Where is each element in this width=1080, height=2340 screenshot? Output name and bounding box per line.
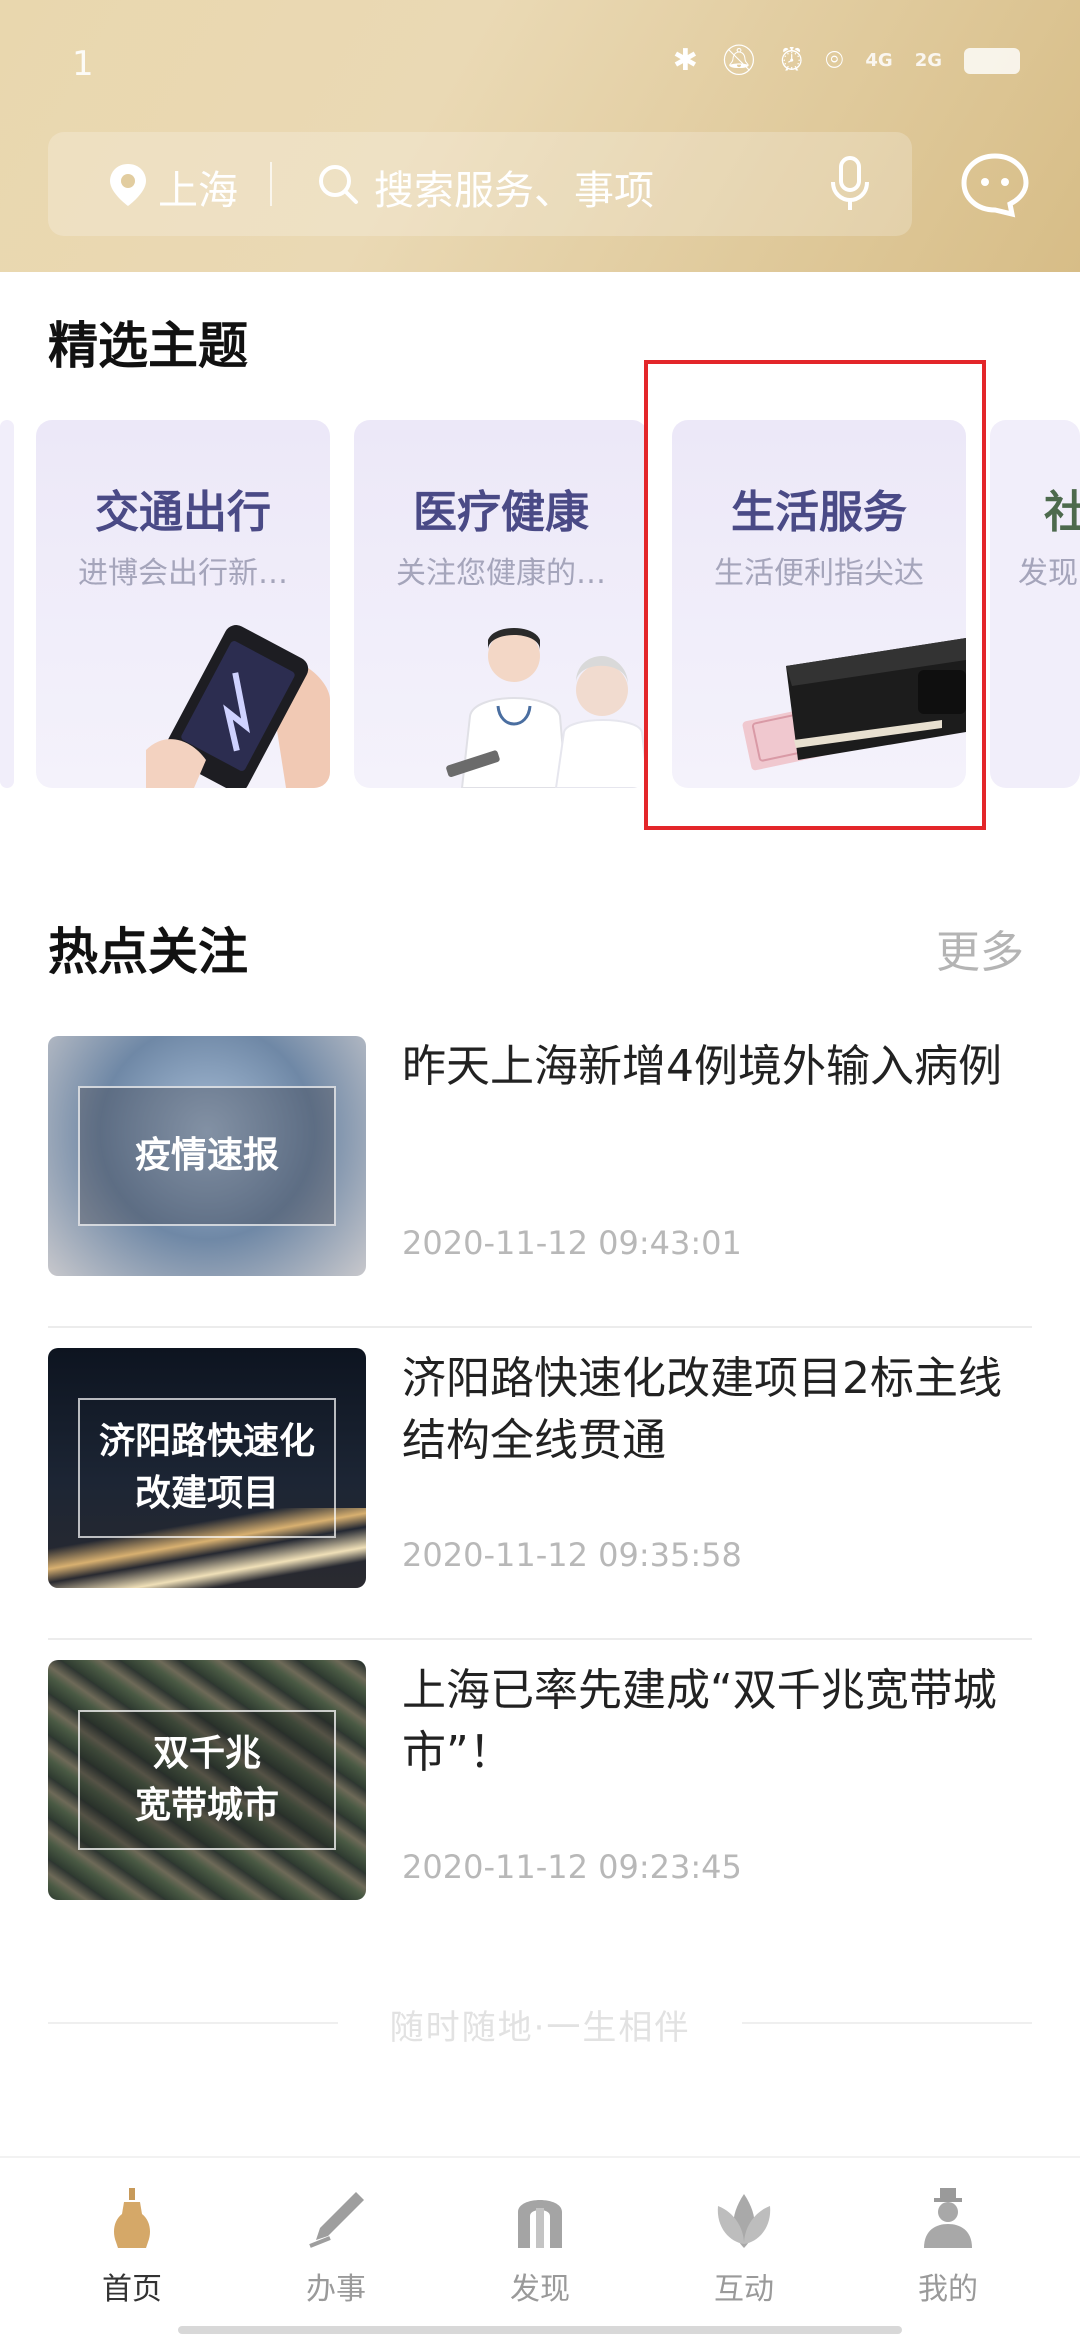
topic-card-healthcare[interactable]: 医疗健康 关注您健康的… [354,420,648,788]
news-thumbnail: 疫情速报 [48,1036,366,1276]
status-time: 1 [72,44,94,84]
highlight-annotation [644,360,986,830]
doctor-and-patient-image [446,628,648,788]
network-4g-indicator: 4G [865,50,893,71]
news-item[interactable]: 双千兆 宽带城市 上海已率先建成“双千兆宽带城市”！ 2020-11-12 09… [48,1640,1032,1952]
pen-icon [309,2192,364,2248]
battery-icon [964,48,1020,74]
card-title: 社 [1044,487,1080,538]
news-thumbnail: 济阳路快速化 改建项目 [48,1348,366,1588]
thumbnail-caption: 济阳路快速化 改建项目 [98,1421,315,1514]
search-bar[interactable]: 上海 搜索服务、事项 [48,132,912,236]
footer-slogan: 随时随地·一生相伴 [389,2008,691,2048]
card-title: 医疗健康 [413,487,589,538]
location-status-icon: ⌾ [825,43,844,78]
nav-item-profile[interactable]: 我的 [868,2188,1028,2308]
alarm-icon: ⏰︎ [779,43,804,78]
news-title: 昨天上海新增4例境外输入病例 [402,1041,1002,1092]
city-selector[interactable]: 上海 [158,158,238,216]
news-thumbnail: 双千兆 宽带城市 [48,1660,366,1900]
nav-item-interact[interactable]: 互动 [664,2188,824,2308]
nav-label: 互动 [714,2272,774,2307]
nav-label: 发现 [510,2272,570,2307]
footer-divider-right [742,2022,1032,2024]
card-title: 交通出行 [95,487,271,538]
bottom-nav: 首页 办事 发现 互动 我的 [0,2156,1080,2340]
hot-section-title: 热点关注 [48,923,248,981]
featured-section-title: 精选主题 [48,317,248,375]
bluetooth-icon: ✱ [672,43,698,78]
flower-icon [717,2194,771,2248]
message-icon[interactable] [960,152,1030,218]
home-indicator [178,2326,902,2334]
card-subtitle: 进博会出行新… [78,556,288,591]
status-icons: ✱ 🔕︎ ⏰︎ ⌾ 4G 2G [673,46,1020,76]
more-link[interactable]: 更多 [936,916,1024,980]
location-pin-icon[interactable] [106,162,150,208]
nav-item-home[interactable]: 首页 [52,2188,212,2308]
thumbnail-caption: 疫情速报 [134,1135,279,1176]
status-bar: 1 ✱ 🔕︎ ⏰︎ ⌾ 4G 2G [0,0,1080,130]
network-2g-indicator: 2G [914,50,942,71]
home-icon [114,2188,150,2248]
card-subtitle: 发现 [1018,556,1078,591]
news-title: 济阳路快速化改建项目2标主线结构全线贯通 [402,1353,1002,1466]
thumbnail-caption: 双千兆 宽带城市 [134,1733,279,1826]
news-timestamp: 2020-11-12 09:43:01 [402,1224,742,1262]
search-input[interactable]: 搜索服务、事项 [374,158,654,216]
mute-icon: 🔕︎ [719,43,758,78]
microphone-icon[interactable] [828,156,872,212]
nav-label: 首页 [102,2272,162,2307]
phone-in-hand-image [146,625,330,788]
news-item[interactable]: 疫情速报 昨天上海新增4例境外输入病例 2020-11-12 09:43:01 [48,1016,1032,1328]
nav-item-discover[interactable]: 发现 [460,2188,620,2308]
card-subtitle: 关注您健康的… [396,556,606,591]
person-icon [924,2188,972,2248]
news-title: 上海已率先建成“双千兆宽带城市”！ [402,1665,997,1778]
topic-card-transport[interactable]: 交通出行 进博会出行新… [36,420,330,788]
arch-icon [518,2200,562,2248]
card-edge-left[interactable] [0,420,14,788]
news-timestamp: 2020-11-12 09:23:45 [402,1848,742,1886]
nav-label: 办事 [306,2272,366,2307]
news-item[interactable]: 济阳路快速化 改建项目 济阳路快速化改建项目2标主线结构全线贯通 2020-11… [48,1328,1032,1640]
nav-item-services[interactable]: 办事 [256,2188,416,2308]
search-icon [319,165,358,204]
header: 1 ✱ 🔕︎ ⏰︎ ⌾ 4G 2G 上海 搜索服务、事项 [0,0,1080,272]
nav-label: 我的 [918,2272,978,2307]
search-divider [270,162,272,206]
news-timestamp: 2020-11-12 09:35:58 [402,1536,742,1574]
